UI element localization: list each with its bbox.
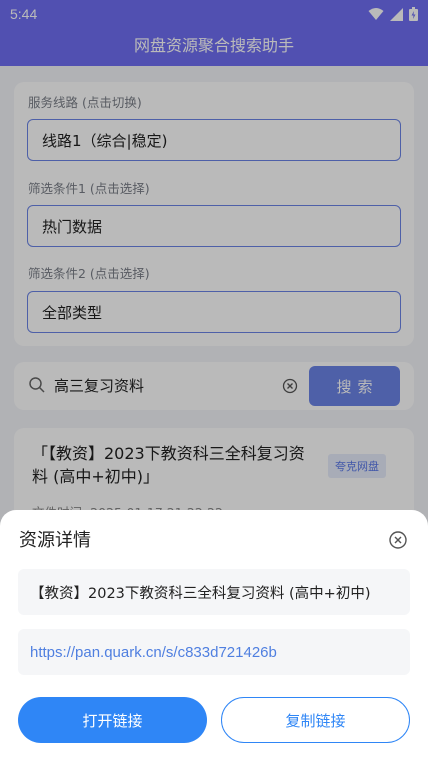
close-icon[interactable] — [388, 530, 408, 550]
detail-sheet: 资源详情 【教资】2023下教资科三全科复习资料 (高中+初中) https:/… — [0, 510, 428, 760]
resource-name: 【教资】2023下教资科三全科复习资料 (高中+初中) — [18, 569, 410, 615]
open-link-button[interactable]: 打开链接 — [18, 697, 207, 743]
copy-link-button[interactable]: 复制链接 — [221, 697, 410, 743]
resource-link[interactable]: https://pan.quark.cn/s/c833d721426b — [18, 629, 410, 675]
sheet-title: 资源详情 — [19, 530, 91, 551]
